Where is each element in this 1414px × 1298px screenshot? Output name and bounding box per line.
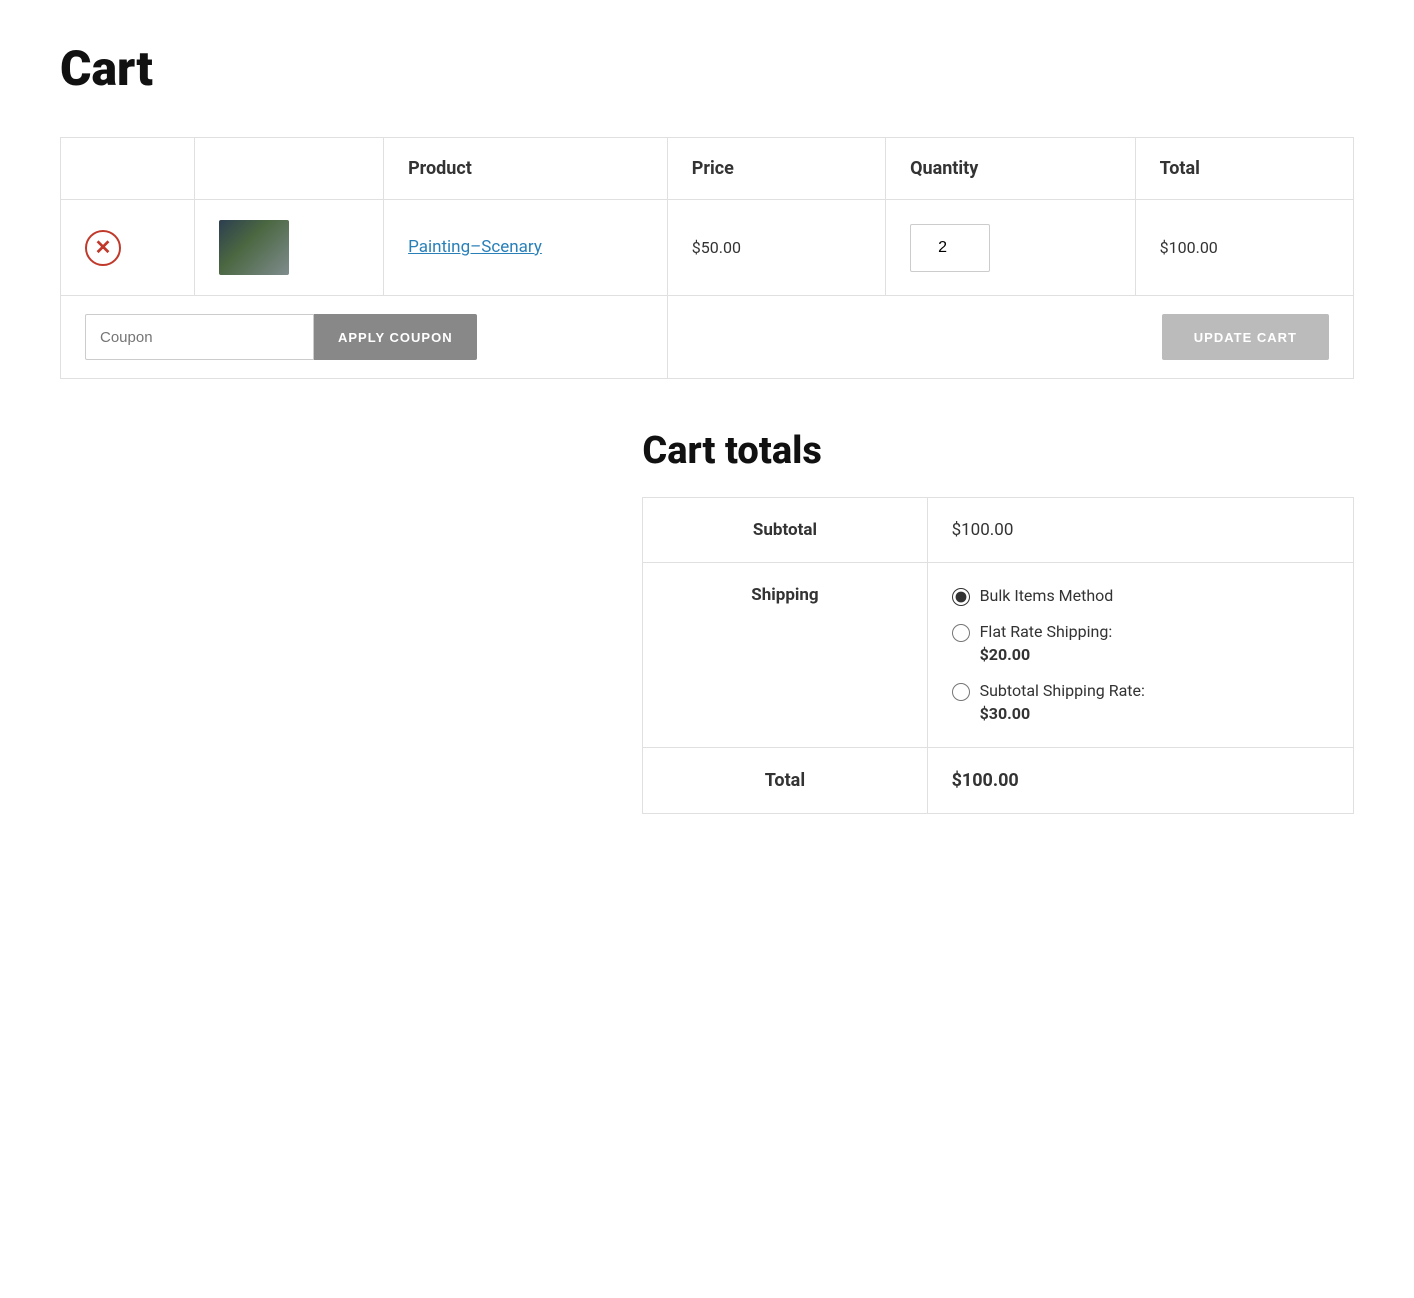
quantity-input[interactable] xyxy=(910,224,990,272)
total-cell: $100.00 xyxy=(1135,200,1353,296)
total-value-cell: $100.00 xyxy=(927,747,1353,813)
cart-totals-title: Cart totals xyxy=(642,429,1354,473)
subtotal-row: Subtotal $100.00 xyxy=(643,498,1354,563)
col-header-price: Price xyxy=(667,138,885,200)
totals-table: Subtotal $100.00 Shipping Bulk Items Met… xyxy=(642,497,1354,814)
coupon-input[interactable] xyxy=(85,314,314,360)
quantity-cell xyxy=(886,200,1136,296)
update-cart-area: UPDATE CART xyxy=(667,296,1353,379)
col-header-product: Product xyxy=(384,138,668,200)
item-price: $50.00 xyxy=(692,238,741,257)
shipping-options-cell: Bulk Items Method Flat Rate Shipping: $2… xyxy=(927,563,1353,748)
shipping-row: Shipping Bulk Items Method Flat Rate Shi… xyxy=(643,563,1354,748)
shipping-option-subtotal-label: Subtotal Shipping Rate: $30.00 xyxy=(980,680,1145,725)
apply-coupon-button[interactable]: APPLY COUPON xyxy=(314,314,477,360)
remove-cell: ✕ xyxy=(61,200,195,296)
item-total: $100.00 xyxy=(1160,238,1218,257)
shipping-radio-subtotal[interactable] xyxy=(952,683,970,701)
shipping-option-flat-label: Flat Rate Shipping: $20.00 xyxy=(980,621,1113,666)
shipping-options: Bulk Items Method Flat Rate Shipping: $2… xyxy=(952,585,1329,725)
cart-item-row: ✕ Painting–Scenary $50.00 $100.00 xyxy=(61,200,1354,296)
shipping-radio-bulk[interactable] xyxy=(952,588,970,606)
subtotal-label: Subtotal xyxy=(643,498,927,563)
shipping-option-bulk[interactable]: Bulk Items Method xyxy=(952,585,1329,607)
cart-table: Product Price Quantity Total ✕ Painting–… xyxy=(60,137,1354,379)
cart-totals-wrapper: Cart totals Subtotal $100.00 Shipping xyxy=(642,429,1354,814)
coupon-area: APPLY COUPON xyxy=(61,296,668,379)
product-name-cell: Painting–Scenary xyxy=(384,200,668,296)
subtotal-rate-amount: $30.00 xyxy=(980,703,1145,725)
product-image-cell xyxy=(194,200,383,296)
subtotal-amount: $100.00 xyxy=(952,520,1014,540)
shipping-radio-flat[interactable] xyxy=(952,624,970,642)
remove-item-button[interactable]: ✕ xyxy=(85,230,121,266)
total-label: Total xyxy=(643,747,927,813)
cart-actions-row: APPLY COUPON UPDATE CART xyxy=(61,296,1354,379)
shipping-label: Shipping xyxy=(643,563,927,748)
flat-rate-amount: $20.00 xyxy=(980,644,1113,666)
total-row: Total $100.00 xyxy=(643,747,1354,813)
shipping-option-bulk-label: Bulk Items Method xyxy=(980,585,1114,607)
product-link[interactable]: Painting–Scenary xyxy=(408,237,542,257)
update-cart-button[interactable]: UPDATE CART xyxy=(1162,314,1329,360)
col-header-quantity: Quantity xyxy=(886,138,1136,200)
subtotal-value: $100.00 xyxy=(927,498,1353,563)
col-header-image xyxy=(194,138,383,200)
shipping-option-flat[interactable]: Flat Rate Shipping: $20.00 xyxy=(952,621,1329,666)
remove-icon: ✕ xyxy=(85,230,121,266)
price-cell: $50.00 xyxy=(667,200,885,296)
col-header-remove xyxy=(61,138,195,200)
shipping-option-subtotal[interactable]: Subtotal Shipping Rate: $30.00 xyxy=(952,680,1329,725)
col-header-total: Total xyxy=(1135,138,1353,200)
total-amount: $100.00 xyxy=(952,770,1019,791)
page-title: Cart xyxy=(60,40,1354,97)
cart-totals-section: Cart totals Subtotal $100.00 Shipping xyxy=(60,429,1354,814)
product-thumbnail xyxy=(219,220,289,275)
